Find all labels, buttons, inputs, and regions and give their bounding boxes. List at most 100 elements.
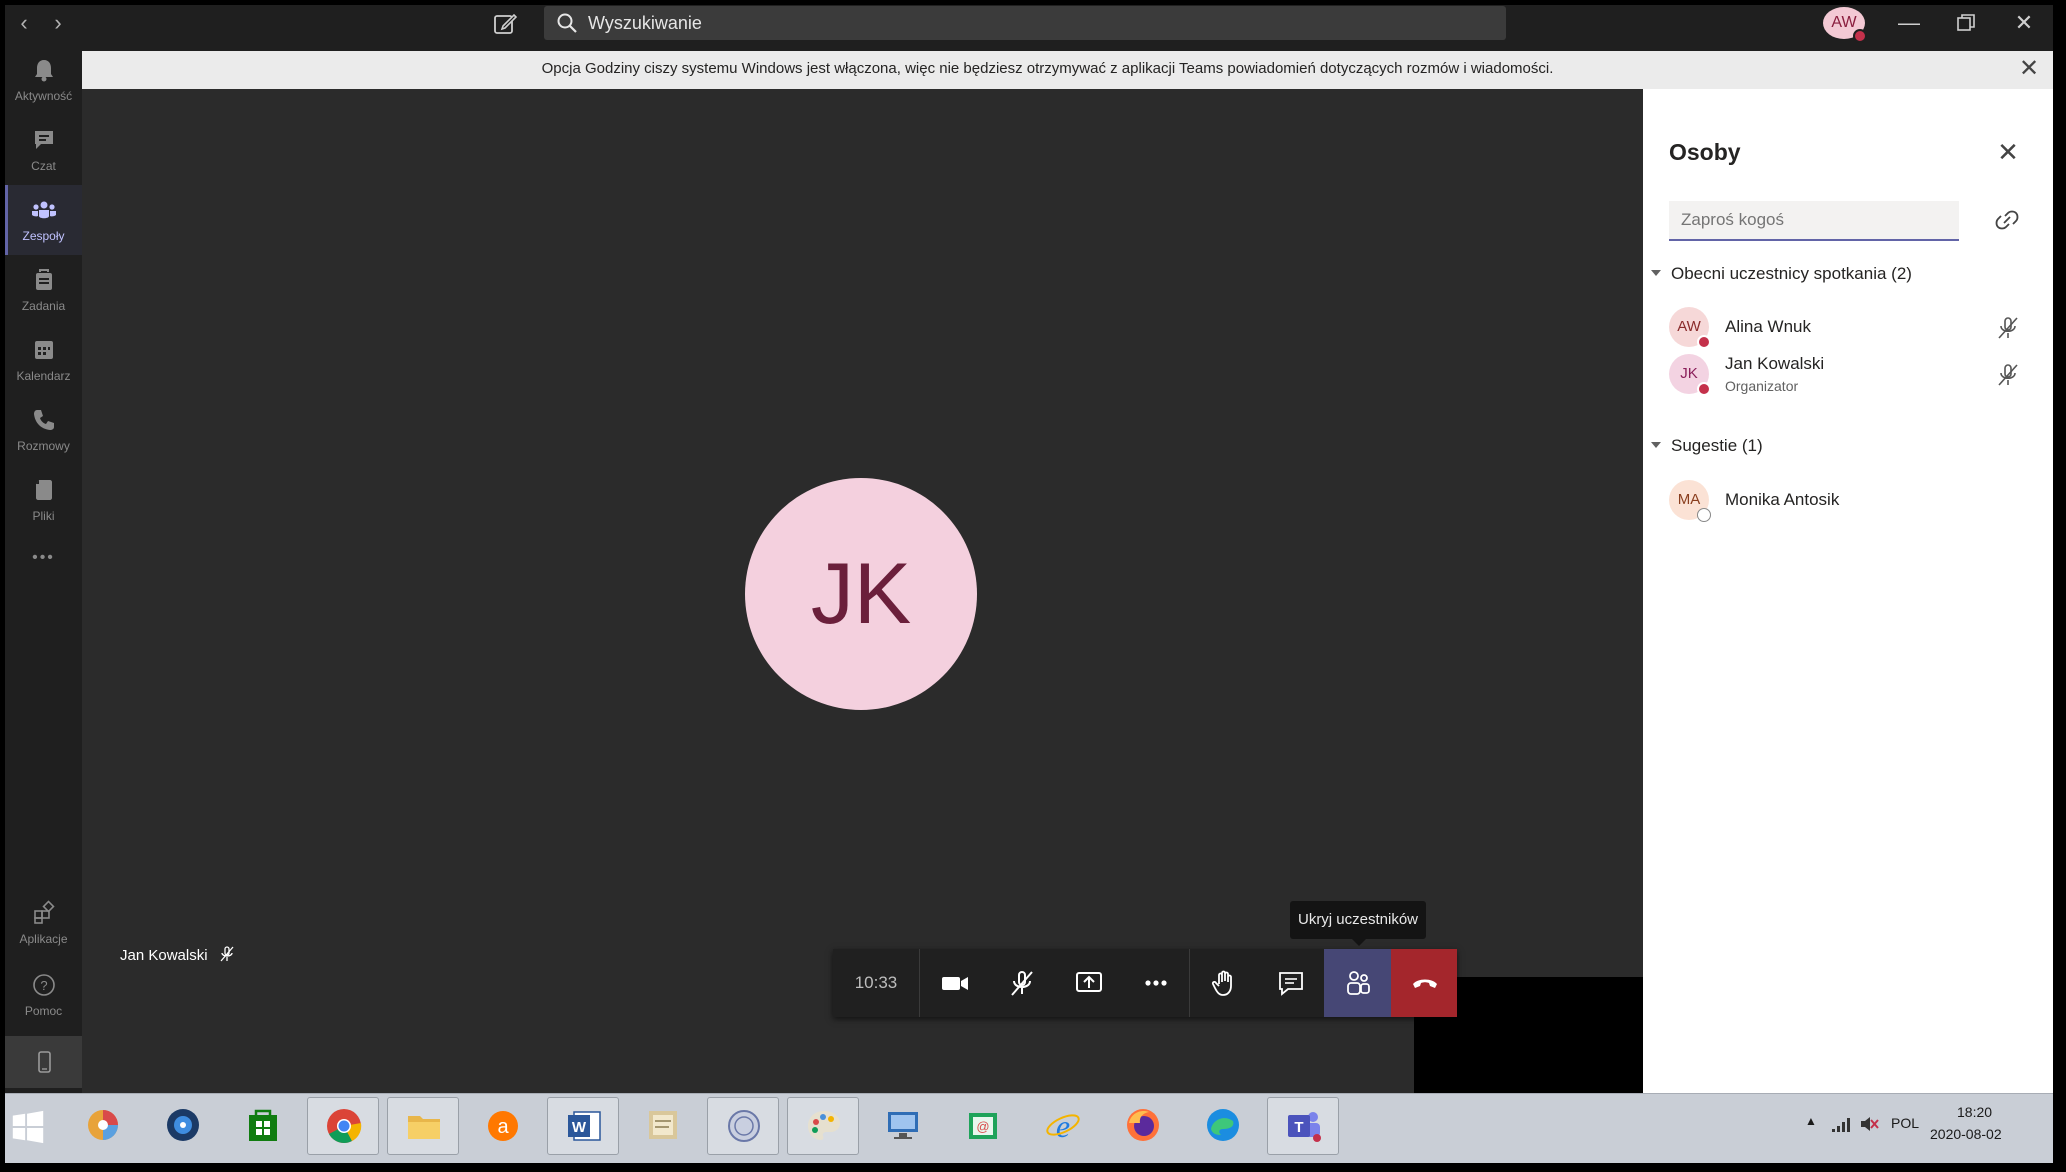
share-link-icon[interactable] bbox=[1993, 207, 2021, 233]
teams-window: ‹ › Wyszukiwanie AW — ✕ Opcja Godziny ci… bbox=[5, 5, 2053, 1093]
rail-item-activity[interactable]: Aktywność bbox=[5, 45, 82, 115]
suggestions-header[interactable]: Sugestie (1) bbox=[1651, 436, 1763, 456]
rail-item-teams[interactable]: Zespoły bbox=[5, 185, 82, 255]
word-icon: W bbox=[568, 1111, 601, 1141]
raise-hand-button[interactable] bbox=[1190, 949, 1257, 1017]
compose-icon[interactable] bbox=[490, 9, 520, 39]
share-button[interactable] bbox=[1055, 949, 1122, 1017]
taskbar-app-media[interactable] bbox=[147, 1097, 219, 1155]
banner-close-icon[interactable]: ✕ bbox=[2015, 55, 2043, 83]
clock-date[interactable]: 2020-08-02 bbox=[1930, 1126, 2002, 1142]
participant-name: Jan Kowalski bbox=[1725, 354, 1825, 373]
rail-item-calls[interactable]: Rozmowy bbox=[5, 395, 82, 465]
chat-button[interactable] bbox=[1257, 949, 1324, 1017]
rail-label: Zespoły bbox=[22, 229, 65, 243]
microphone-button[interactable] bbox=[988, 949, 1055, 1017]
people-panel: Osoby ✕ Obecni uczestnicy spotkania (2) … bbox=[1643, 89, 2053, 1093]
rail-item-chat[interactable]: Czat bbox=[5, 115, 82, 185]
chat-icon bbox=[35, 131, 53, 149]
back-arrow-icon[interactable]: ‹ bbox=[11, 9, 37, 37]
rail-item-calendar[interactable]: Kalendarz bbox=[5, 325, 82, 395]
rail-label: Aktywność bbox=[14, 89, 73, 103]
svg-text:T: T bbox=[1294, 1119, 1303, 1136]
svg-text:a: a bbox=[497, 1116, 509, 1138]
section-label: Obecni uczestnicy spotkania (2) bbox=[1671, 264, 1912, 283]
taskbar-app-store[interactable] bbox=[227, 1097, 299, 1155]
svg-text:W: W bbox=[572, 1119, 587, 1136]
speaker-muted-icon[interactable] bbox=[1859, 1115, 1879, 1133]
more-actions-button[interactable] bbox=[1122, 949, 1189, 1017]
rail-item-apps[interactable]: Aplikacje bbox=[5, 888, 82, 958]
taskbar-app-palette[interactable] bbox=[787, 1097, 859, 1155]
taskbar-app-notes[interactable] bbox=[627, 1097, 699, 1155]
rail-item-files[interactable]: Pliki bbox=[5, 465, 82, 535]
rail-more-button[interactable]: ••• bbox=[5, 543, 82, 583]
participant-row[interactable]: JK Jan Kowalski Organizator bbox=[1669, 350, 2039, 400]
busy-status-icon bbox=[1697, 335, 1711, 349]
avatar: MA bbox=[1669, 480, 1711, 522]
taskbar-app-remote[interactable] bbox=[867, 1097, 939, 1155]
taskbar-app-ie[interactable]: e bbox=[1027, 1097, 1099, 1155]
rail-label: Pliki bbox=[32, 509, 55, 523]
hide-participants-tooltip: Ukryj uczestników bbox=[1290, 901, 1426, 946]
rail-item-tasks[interactable]: Zadania bbox=[5, 255, 82, 325]
taskbar-app-chrome[interactable] bbox=[307, 1097, 379, 1155]
help-icon: ? bbox=[33, 974, 55, 996]
rail-label: Aplikacje bbox=[19, 932, 68, 946]
busy-status-icon bbox=[1697, 382, 1711, 396]
input-language[interactable]: POL bbox=[1891, 1115, 1919, 1131]
taskbar-app-avast[interactable]: a bbox=[467, 1097, 539, 1155]
current-participants-header[interactable]: Obecni uczestnicy spotkania (2) bbox=[1651, 264, 1912, 284]
participant-role: Organizator bbox=[1725, 378, 1799, 394]
taskbar-app-paint[interactable] bbox=[67, 1097, 139, 1155]
offline-status-icon bbox=[1697, 508, 1711, 522]
search-icon bbox=[557, 13, 577, 33]
avatar: AW bbox=[1669, 307, 1711, 349]
rail-label: Kalendarz bbox=[16, 369, 71, 383]
rail-label: Zadania bbox=[21, 299, 66, 313]
folder-icon bbox=[408, 1116, 440, 1139]
meeting-stage: JK Jan Kowalski Ukryj uczestników 10:33 bbox=[82, 89, 1643, 1093]
mail-icon: @ bbox=[969, 1113, 997, 1139]
restore-icon[interactable] bbox=[1937, 5, 1995, 41]
show-hidden-icons-icon[interactable]: ▲ bbox=[1805, 1114, 1817, 1128]
taskbar-app-firefox[interactable] bbox=[1107, 1097, 1179, 1155]
participant-avatar: JK bbox=[745, 478, 977, 710]
avatar: JK bbox=[1669, 354, 1711, 396]
more-icon: ••• bbox=[32, 549, 55, 566]
taskbar-app-word[interactable]: W bbox=[547, 1097, 619, 1155]
participant-row[interactable]: AW Alina Wnuk bbox=[1669, 303, 2039, 353]
network-icon[interactable] bbox=[1831, 1117, 1851, 1133]
hang-up-button[interactable] bbox=[1391, 949, 1457, 1017]
system-tray: ▲ POL 18:20 2020-08-02 bbox=[1795, 1094, 2053, 1164]
windows-start-icon[interactable] bbox=[9, 1108, 47, 1146]
rail-label: Rozmowy bbox=[17, 439, 70, 453]
minimize-icon[interactable]: — bbox=[1880, 5, 1938, 41]
suggestion-row[interactable]: MA Monika Antosik bbox=[1669, 476, 2039, 526]
invite-input[interactable] bbox=[1669, 201, 1959, 241]
rail-label: Pomoc bbox=[24, 1004, 63, 1018]
user-avatar[interactable]: AW bbox=[1823, 7, 1867, 43]
internet-explorer-icon: e bbox=[1046, 1108, 1080, 1144]
notes-icon bbox=[649, 1111, 677, 1139]
camera-button[interactable] bbox=[921, 949, 988, 1017]
participant-name: Jan Kowalski bbox=[120, 947, 208, 964]
taskbar-app-mail[interactable]: @ bbox=[947, 1097, 1019, 1155]
close-window-icon[interactable]: ✕ bbox=[1995, 5, 2053, 41]
search-box[interactable]: Wyszukiwanie bbox=[544, 6, 1506, 40]
media-icon bbox=[167, 1109, 199, 1141]
share-screen-icon bbox=[1076, 972, 1102, 992]
taskbar-app-explorer[interactable] bbox=[387, 1097, 459, 1155]
device-button[interactable] bbox=[5, 1036, 82, 1088]
screen: ‹ › Wyszukiwanie AW — ✕ Opcja Godziny ci… bbox=[0, 0, 2066, 1172]
title-bar: ‹ › Wyszukiwanie AW — ✕ bbox=[5, 5, 2053, 43]
taskbar-app-edge[interactable] bbox=[1187, 1097, 1259, 1155]
taskbar-app-teams[interactable]: T bbox=[1267, 1097, 1339, 1155]
show-participants-button[interactable] bbox=[1324, 949, 1391, 1017]
rail-item-help[interactable]: ? Pomoc bbox=[5, 960, 82, 1030]
taskbar-app-seal[interactable] bbox=[707, 1097, 779, 1155]
panel-close-icon[interactable]: ✕ bbox=[1993, 137, 2023, 167]
mic-off-icon bbox=[220, 946, 234, 962]
clock-time[interactable]: 18:20 bbox=[1957, 1104, 1992, 1120]
forward-arrow-icon[interactable]: › bbox=[45, 9, 71, 37]
